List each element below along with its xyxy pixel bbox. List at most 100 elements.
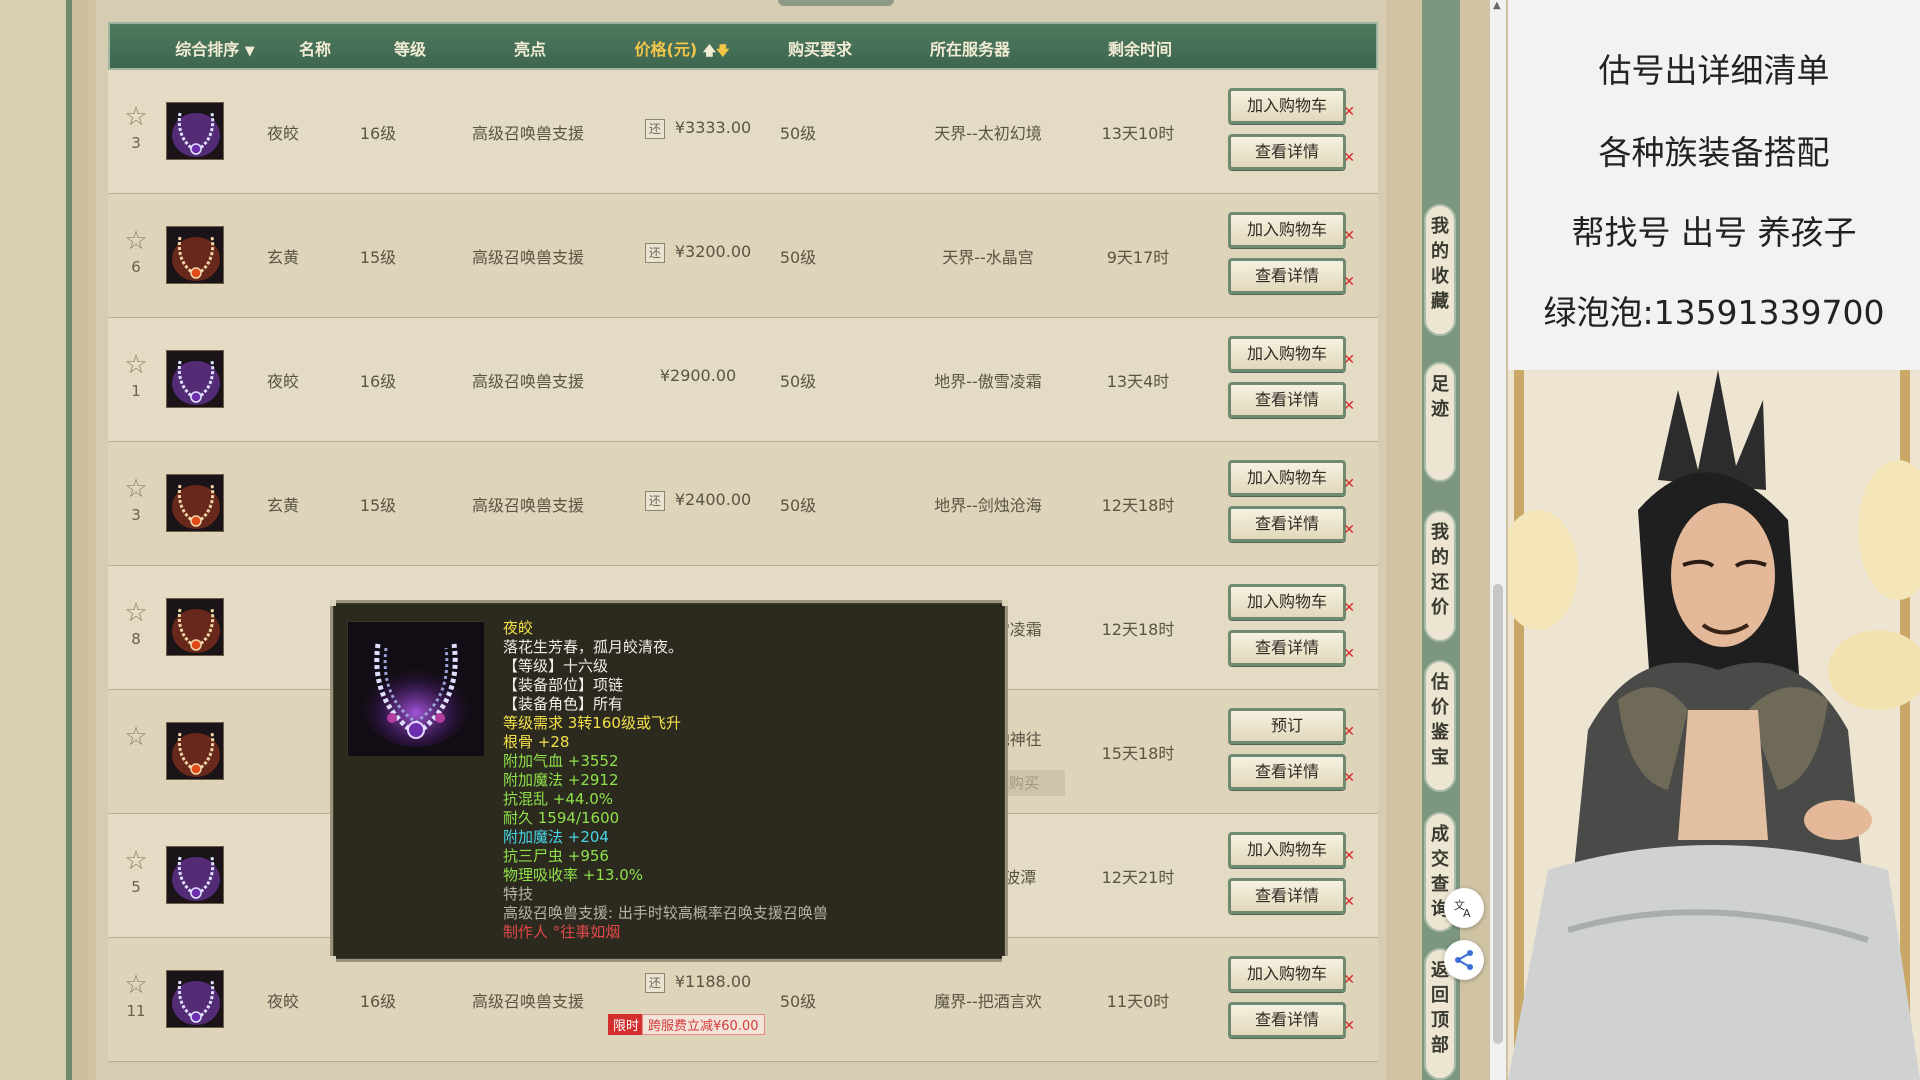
add-to-cart-button[interactable]: 加入购物车 ✕	[1228, 460, 1355, 496]
item-remaining-time: 13天10时	[1101, 124, 1175, 143]
listing-panel: 综合排序 ▼ 名称 等级 亮点 价格(元) 🡅🡇 购买要求 所在服务器 剩余时间…	[96, 0, 1386, 1080]
scroll-thumb[interactable]	[1493, 584, 1503, 1044]
close-icon[interactable]: ✕	[1343, 221, 1355, 251]
close-icon[interactable]: ✕	[1343, 143, 1355, 173]
vtab-char: 顶	[1431, 1010, 1449, 1031]
close-icon[interactable]: ✕	[1343, 391, 1355, 421]
my-bargains-tab[interactable]: 我的还价	[1424, 510, 1456, 642]
necklace-icon[interactable]	[166, 474, 224, 532]
tooltip-line: 附加魔法 +2912	[503, 771, 619, 789]
vtab-char: 价	[1431, 597, 1449, 618]
add-to-cart-button[interactable]: 加入购物车 ✕	[1228, 212, 1355, 248]
tooltip-title: 夜皎	[503, 619, 534, 637]
favorite-star-icon[interactable]: ☆	[122, 104, 150, 132]
item-server: 天界--太初幻境	[934, 124, 1042, 143]
bargain-icon[interactable]: 还	[644, 972, 665, 993]
tooltip-line: 高级召唤兽支援: 出手时较高概率召唤支援召唤兽	[503, 904, 828, 922]
favorite-star-icon[interactable]: ☆	[122, 972, 150, 1000]
favorite-star-icon[interactable]: ☆	[122, 228, 150, 256]
close-icon[interactable]: ✕	[1343, 639, 1355, 669]
header-server: 所在服务器	[929, 40, 1010, 59]
button-label: 预订	[1270, 716, 1303, 735]
header-requirement: 购买要求	[787, 40, 852, 59]
top-tab-handle[interactable]	[778, 0, 894, 6]
necklace-icon[interactable]	[166, 722, 224, 780]
close-icon[interactable]: ✕	[1343, 717, 1355, 747]
view-details-button[interactable]: 查看详情 ✕	[1228, 878, 1355, 914]
reserve-button[interactable]: 预订 ✕	[1228, 708, 1355, 744]
add-to-cart-button[interactable]: 加入购物车 ✕	[1228, 336, 1355, 372]
add-to-cart-button[interactable]: 加入购物车 ✕	[1228, 832, 1355, 868]
info-line-1: 估号出详细清单	[1598, 51, 1830, 90]
appraisal-tab[interactable]: 估价鉴宝	[1424, 660, 1456, 792]
my-favorites-tab[interactable]: 我的收藏	[1424, 204, 1456, 336]
item-price: ¥2900.00	[659, 366, 737, 385]
button-label: 查看详情	[1254, 266, 1319, 285]
sort-up-icon[interactable]: 🡅	[703, 44, 716, 59]
favorite-star-icon[interactable]: ☆	[122, 352, 150, 380]
vtab-char: 我	[1431, 522, 1449, 543]
necklace-icon[interactable]	[166, 598, 224, 656]
tooltip-line: 特技	[503, 885, 534, 903]
necklace-icon[interactable]	[166, 102, 224, 160]
close-icon[interactable]: ✕	[1343, 763, 1355, 793]
tooltip-line: 【等级】十六级	[503, 657, 609, 675]
sort-dropdown[interactable]: 综合排序 ▼	[160, 36, 270, 60]
scroll-up-icon[interactable]: ▲	[1493, 0, 1501, 11]
price-label: 价格(元)	[634, 40, 698, 59]
close-icon[interactable]: ✕	[1343, 345, 1355, 375]
button-label: 查看详情	[1254, 1010, 1319, 1029]
bargain-icon[interactable]: 还	[644, 490, 665, 511]
share-icon[interactable]	[1444, 940, 1484, 980]
view-details-button[interactable]: 查看详情 ✕	[1228, 134, 1355, 170]
item-remaining-time: 9天17时	[1106, 248, 1170, 267]
sort-label: 综合排序	[175, 40, 240, 59]
header-price-sort[interactable]: 价格(元) 🡅🡇	[622, 36, 742, 60]
footprint-tab[interactable]: 足迹	[1424, 362, 1456, 482]
vtab-char: 足	[1431, 374, 1449, 395]
close-icon[interactable]: ✕	[1343, 965, 1355, 995]
page-scrollbar[interactable]: ▲	[1490, 0, 1506, 1080]
add-to-cart-button[interactable]: 加入购物车 ✕	[1228, 584, 1355, 620]
close-icon[interactable]: ✕	[1343, 1011, 1355, 1041]
svg-text:A: A	[1463, 907, 1471, 919]
necklace-icon[interactable]	[166, 226, 224, 284]
favorite-count: 1	[131, 382, 141, 400]
favorite-star-icon[interactable]: ☆	[122, 476, 150, 504]
view-details-button[interactable]: 查看详情 ✕	[1228, 382, 1355, 418]
view-details-button[interactable]: 查看详情 ✕	[1228, 1002, 1355, 1038]
necklace-icon[interactable]	[166, 970, 224, 1028]
close-icon[interactable]: ✕	[1343, 593, 1355, 623]
favorite-star-icon[interactable]: ☆	[122, 848, 150, 876]
tooltip-line: 【装备部位】项链	[503, 676, 624, 694]
view-details-button[interactable]: 查看详情 ✕	[1228, 258, 1355, 294]
bargain-icon[interactable]: 还	[644, 118, 665, 139]
button-label: 查看详情	[1254, 762, 1319, 781]
necklace-icon[interactable]	[166, 350, 224, 408]
item-price: ¥3333.00	[674, 118, 752, 137]
close-icon[interactable]: ✕	[1343, 469, 1355, 499]
favorite-count: 5	[131, 878, 141, 896]
view-details-button[interactable]: 查看详情 ✕	[1228, 630, 1355, 666]
item-remaining-time: 12天21时	[1101, 868, 1175, 887]
sort-down-icon[interactable]: 🡇	[716, 44, 729, 59]
close-icon[interactable]: ✕	[1343, 267, 1355, 297]
translate-icon[interactable]: 文A	[1444, 888, 1484, 928]
info-line-3: 帮找号 出号 养孩子	[1571, 213, 1857, 252]
item-requirement: 50级	[779, 124, 817, 143]
close-icon[interactable]: ✕	[1343, 841, 1355, 871]
close-icon[interactable]: ✕	[1343, 887, 1355, 917]
necklace-icon[interactable]	[166, 846, 224, 904]
close-icon[interactable]: ✕	[1343, 515, 1355, 545]
item-remaining-time: 15天18时	[1101, 744, 1175, 763]
view-details-button[interactable]: 查看详情 ✕	[1228, 506, 1355, 542]
left-decorative-border	[0, 0, 88, 1080]
add-to-cart-button[interactable]: 加入购物车 ✕	[1228, 956, 1355, 992]
close-icon[interactable]: ✕	[1343, 97, 1355, 127]
bargain-icon[interactable]: 还	[644, 242, 665, 263]
favorite-star-icon[interactable]: ☆	[122, 600, 150, 628]
add-to-cart-button[interactable]: 加入购物车 ✕	[1228, 88, 1355, 124]
view-details-button[interactable]: 查看详情 ✕	[1228, 754, 1355, 790]
item-level: 15级	[359, 496, 397, 515]
favorite-star-icon[interactable]: ☆	[122, 724, 150, 752]
